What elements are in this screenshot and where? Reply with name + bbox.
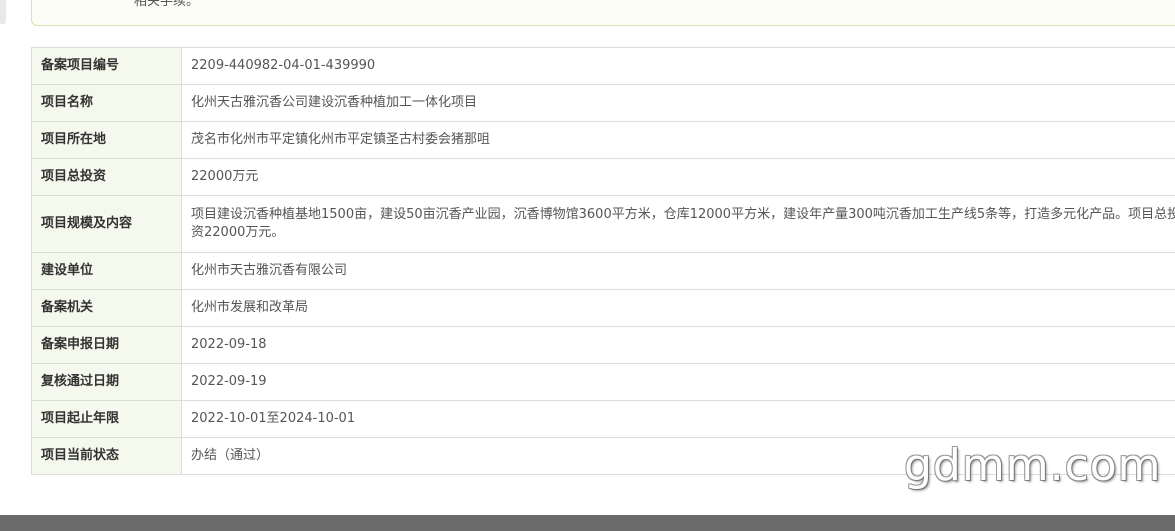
side-tab: [0, 0, 6, 24]
row-value: 2022-10-01至2024-10-01: [181, 400, 1175, 438]
row-value: 2022-09-19: [181, 363, 1175, 401]
footer-bar: [0, 515, 1175, 531]
row-label: 项目名称: [31, 84, 182, 122]
table-row: 备案项目编号 2209-440982-04-01-439990: [31, 47, 1175, 85]
table-row: 备案机关 化州市发展和改革局: [31, 289, 1175, 327]
notice-box: 相关手续。: [31, 0, 1175, 26]
notice-text: 相关手续。: [134, 0, 200, 9]
row-value: 茂名市化州市平定镇化州市平定镇圣古村委会猪那咀: [181, 121, 1175, 159]
row-value: 化州市发展和改革局: [181, 289, 1175, 327]
row-label: 备案申报日期: [31, 326, 182, 364]
table-row: 项目总投资 22000万元: [31, 158, 1175, 196]
row-label: 建设单位: [31, 252, 182, 290]
row-value: 2022-09-18: [181, 326, 1175, 364]
row-label: 备案机关: [31, 289, 182, 327]
row-label: 备案项目编号: [31, 47, 182, 85]
table-row: 项目规模及内容 项目建设沉香种植基地1500亩，建设50亩沉香产业园，沉香博物馆…: [31, 195, 1175, 253]
row-value: 2209-440982-04-01-439990: [181, 47, 1175, 85]
row-label: 项目总投资: [31, 158, 182, 196]
row-label: 项目当前状态: [31, 437, 182, 475]
row-label: 项目所在地: [31, 121, 182, 159]
table-row: 复核通过日期 2022-09-19: [31, 363, 1175, 401]
row-value: 项目建设沉香种植基地1500亩，建设50亩沉香产业园，沉香博物馆3600平方米，…: [181, 195, 1175, 253]
row-label: 复核通过日期: [31, 363, 182, 401]
row-label: 项目起止年限: [31, 400, 182, 438]
site-watermark: gdmm.com: [904, 440, 1162, 491]
table-row: 项目所在地 茂名市化州市平定镇化州市平定镇圣古村委会猪那咀: [31, 121, 1175, 159]
project-record-table: 备案项目编号 2209-440982-04-01-439990 项目名称 化州天…: [31, 47, 1175, 475]
row-value: 22000万元: [181, 158, 1175, 196]
table-row: 项目起止年限 2022-10-01至2024-10-01: [31, 400, 1175, 438]
row-label: 项目规模及内容: [31, 195, 182, 253]
row-value: 化州市天古雅沉香有限公司: [181, 252, 1175, 290]
table-row: 备案申报日期 2022-09-18: [31, 326, 1175, 364]
table-row: 建设单位 化州市天古雅沉香有限公司: [31, 252, 1175, 290]
table-row: 项目名称 化州天古雅沉香公司建设沉香种植加工一体化项目: [31, 84, 1175, 122]
row-value: 化州天古雅沉香公司建设沉香种植加工一体化项目: [181, 84, 1175, 122]
